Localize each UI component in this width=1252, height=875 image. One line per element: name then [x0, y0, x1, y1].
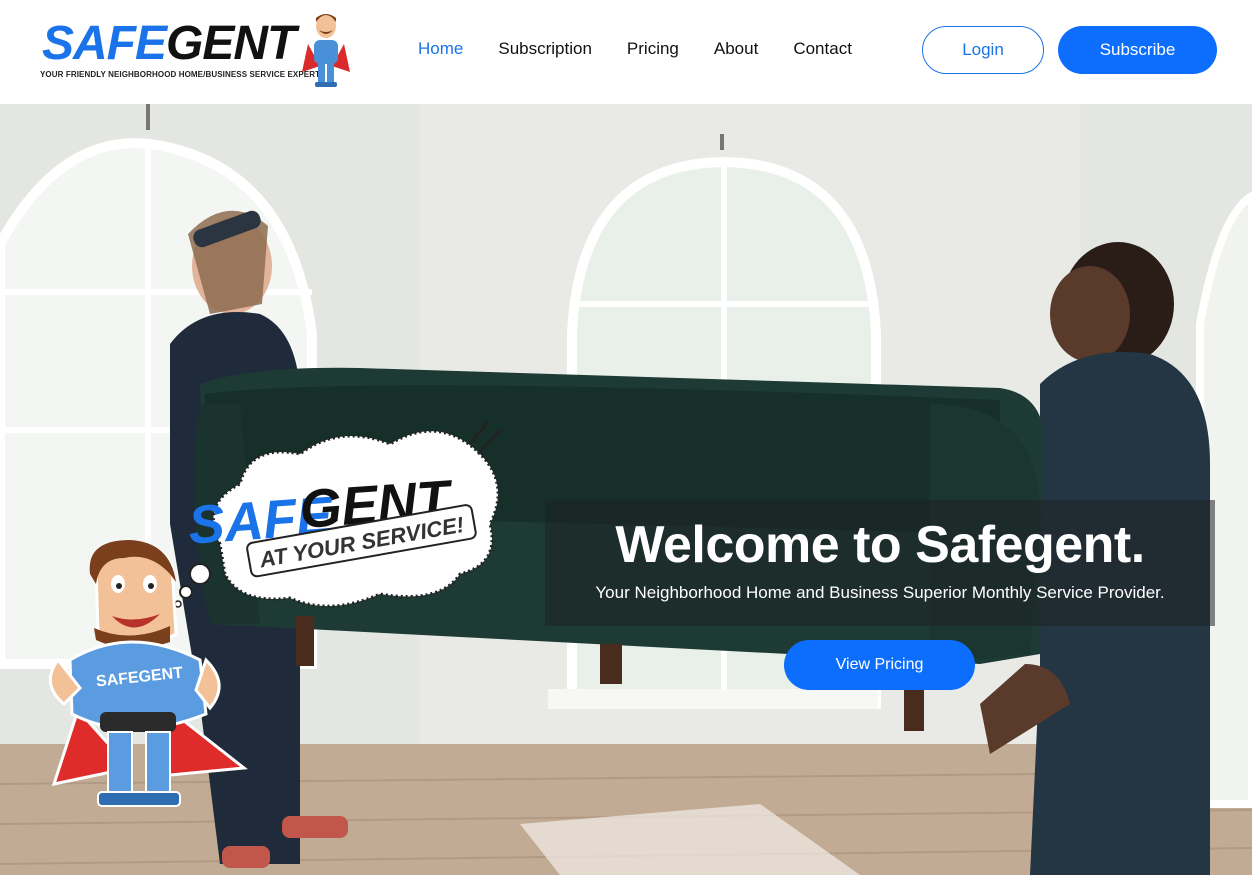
hero-title: Welcome to Safegent.: [615, 516, 1145, 574]
brand-logo[interactable]: SAFEGENT YOUR FRIENDLY NEIGHBORHOOD HOME…: [40, 14, 360, 94]
nav-pricing[interactable]: Pricing: [627, 38, 679, 60]
login-button[interactable]: Login: [922, 26, 1044, 74]
hero-background-image: SAFE GENT AT YOUR SERVICE! SAFEGENT: [0, 104, 1252, 875]
hero-subtitle: Your Neighborhood Home and Business Supe…: [595, 583, 1165, 602]
logo-wordmark: SAFEGENT: [42, 17, 296, 70]
nav-contact[interactable]: Contact: [793, 38, 852, 60]
logo-tagline: YOUR FRIENDLY NEIGHBORHOOD HOME/BUSINESS…: [40, 70, 321, 79]
nav-about[interactable]: About: [714, 38, 758, 60]
logo-word-safe: SAFE: [42, 17, 167, 70]
hero-section: SAFE GENT AT YOUR SERVICE! SAFEGENT Welc…: [0, 104, 1252, 875]
nav-subscription[interactable]: Subscription: [498, 38, 592, 60]
logo-word-gent: GENT: [166, 17, 296, 70]
mascot-logo-icon: [302, 14, 350, 87]
main-nav: Home Subscription Pricing About Contact: [418, 38, 887, 60]
site-header: SAFEGENT YOUR FRIENDLY NEIGHBORHOOD HOME…: [0, 0, 1252, 104]
subscribe-button[interactable]: Subscribe: [1058, 26, 1217, 74]
view-pricing-button[interactable]: View Pricing: [784, 640, 975, 690]
nav-home[interactable]: Home: [418, 38, 463, 60]
